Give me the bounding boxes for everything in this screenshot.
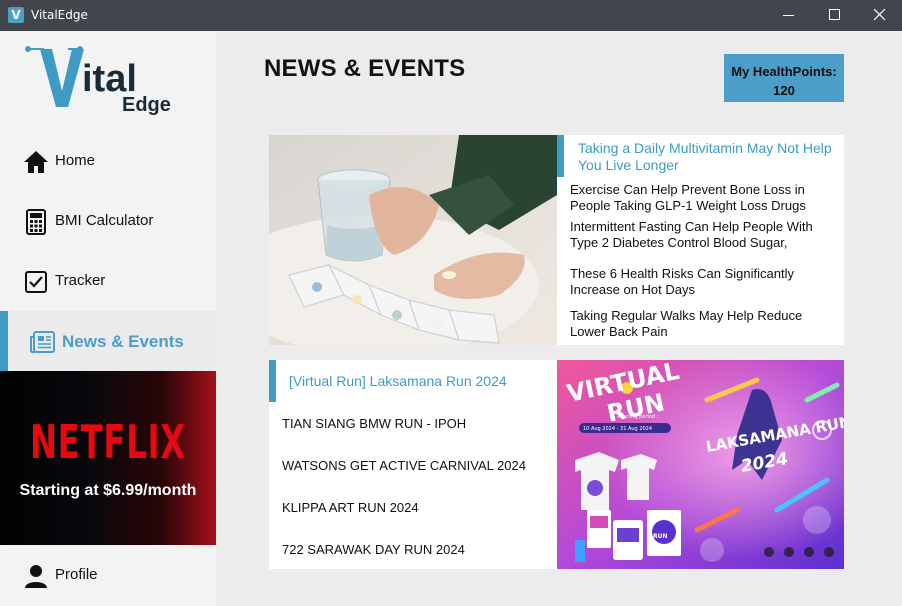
checkbox-icon: [25, 271, 47, 293]
minimize-button[interactable]: [766, 0, 812, 31]
healthpoints-value: 120: [773, 83, 795, 98]
news-item[interactable]: Exercise Can Help Prevent Bone Loss in P…: [570, 182, 840, 214]
sidebar-item-label: News & Events: [62, 332, 184, 351]
vitaledge-logo[interactable]: ital Edge: [24, 43, 184, 115]
event-item[interactable]: 722 SARAWAK DAY RUN 2024: [282, 542, 465, 557]
calculator-icon: [26, 209, 46, 235]
sidebar-item-profile[interactable]: Profile: [0, 545, 216, 605]
advertisement-banner[interactable]: NETFLIX Starting at $6.99/month: [0, 371, 216, 545]
newspaper-icon: [30, 331, 55, 354]
sidebar-item-label: BMI Calculator: [55, 212, 154, 229]
active-indicator: [0, 311, 8, 371]
home-icon: [24, 151, 48, 173]
page-title: NEWS & EVENTS: [264, 55, 466, 82]
news-item[interactable]: These 6 Health Risks Can Significantly I…: [570, 266, 840, 298]
news-featured-title: Taking a Daily Multivitamin May Not Help…: [578, 140, 832, 173]
svg-text:10 Aug 2024 - 31 Aug 2024: 10 Aug 2024 - 31 Aug 2024: [583, 426, 652, 432]
minimize-icon: [783, 15, 794, 16]
window-title: VitalEdge: [31, 8, 88, 22]
news-featured[interactable]: Taking a Daily Multivitamin May Not Help…: [557, 135, 844, 177]
events-list: [Virtual Run] Laksamana Run 2024 TIAN SI…: [269, 360, 557, 569]
sidebar-item-home[interactable]: Home: [0, 131, 216, 191]
healthpoints-badge: My HealthPoints: 120: [724, 54, 844, 102]
healthpoints-label: My HealthPoints:: [731, 64, 837, 79]
event-featured[interactable]: [Virtual Run] Laksamana Run 2024: [269, 360, 557, 402]
event-item[interactable]: TIAN SIANG BMW RUN - IPOH: [282, 416, 466, 431]
event-item[interactable]: KLIPPA ART RUN 2024: [282, 500, 419, 515]
user-icon: [25, 565, 47, 588]
sidebar-item-tracker[interactable]: Tracker: [0, 251, 216, 311]
sidebar-item-news-events[interactable]: News & Events: [0, 311, 216, 371]
svg-text:Edge: Edge: [122, 94, 171, 115]
sidebar-item-label: Home: [55, 152, 96, 169]
sidebar: ital Edge Home BMI Calculator Tracker Ne…: [0, 31, 216, 606]
close-button[interactable]: [857, 0, 902, 31]
main-content: NEWS & EVENTS My HealthPoints: 120 Takin…: [216, 31, 902, 606]
maximize-button[interactable]: [812, 0, 858, 31]
news-item[interactable]: Taking Regular Walks May Help Reduce Low…: [570, 308, 840, 340]
events-card: [Virtual Run] Laksamana Run 2024 TIAN SI…: [269, 360, 844, 569]
sidebar-item-label: Profile: [55, 566, 98, 583]
news-item[interactable]: Intermittent Fasting Can Help People Wit…: [570, 219, 840, 251]
title-bar: V VitalEdge: [0, 0, 902, 31]
svg-text:RUN: RUN: [653, 533, 668, 540]
sidebar-item-bmi-calculator[interactable]: BMI Calculator: [0, 191, 216, 251]
event-poster-virtual-run[interactable]: VIRTUAL RUN Running period : 10 Aug 2024…: [557, 360, 844, 569]
ad-text: Starting at $6.99/month: [19, 482, 197, 499]
event-item[interactable]: WATSONS GET ACTIVE CARNIVAL 2024: [282, 458, 526, 473]
news-card: Taking a Daily Multivitamin May Not Help…: [269, 135, 844, 345]
maximize-icon: [829, 9, 840, 20]
ad-brand: NETFLIX: [29, 415, 187, 469]
news-list: Taking a Daily Multivitamin May Not Help…: [557, 135, 844, 345]
sidebar-item-label: Tracker: [55, 272, 106, 289]
svg-text:Running period :: Running period :: [617, 414, 659, 420]
event-featured-title: [Virtual Run] Laksamana Run 2024: [289, 373, 507, 389]
app-icon: V: [8, 7, 24, 23]
news-image-glass-pills[interactable]: [269, 135, 557, 345]
close-icon: [874, 9, 886, 21]
